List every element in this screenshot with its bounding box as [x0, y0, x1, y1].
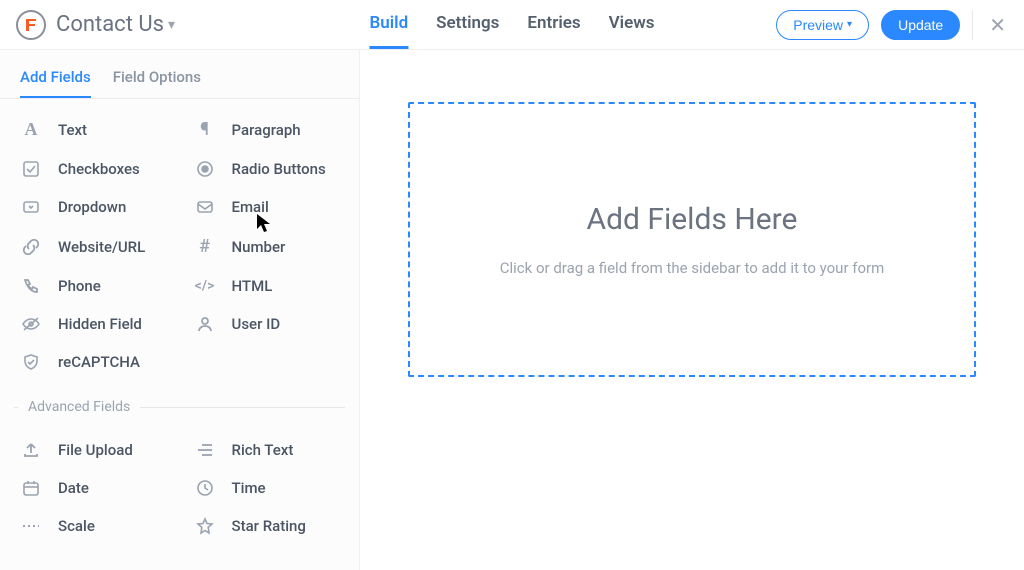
field-fileupload[interactable]: File Upload	[6, 431, 180, 469]
paragraph-icon: ¶	[194, 119, 216, 140]
field-label: Checkboxes	[58, 160, 140, 178]
field-label: HTML	[232, 277, 273, 295]
phone-icon	[20, 277, 42, 295]
field-label: Star Rating	[232, 517, 306, 535]
radio-icon	[194, 160, 216, 178]
top-bar: Contact Us ▾ Build Settings Entries View…	[0, 0, 1024, 50]
calendar-icon	[20, 479, 42, 497]
checkbox-icon	[20, 160, 42, 178]
preview-button[interactable]: Preview ▾	[776, 10, 869, 40]
field-label: Text	[58, 121, 87, 139]
app-logo-icon	[16, 10, 46, 40]
field-radio[interactable]: Radio Buttons	[180, 150, 354, 188]
field-label: Website/URL	[58, 238, 145, 256]
star-icon	[194, 517, 216, 535]
text-icon: A	[20, 119, 42, 140]
nav-settings[interactable]: Settings	[436, 0, 499, 49]
hash-icon: #	[194, 236, 216, 257]
scale-icon	[20, 517, 42, 535]
field-label: Number	[232, 238, 286, 256]
field-text[interactable]: A Text	[6, 109, 180, 150]
sidebar: Add Fields Field Options A Text ¶ Paragr…	[0, 50, 360, 570]
dropzone[interactable]: Add Fields Here Click or drag a field fr…	[408, 102, 976, 377]
field-label: Phone	[58, 277, 101, 295]
top-actions: Preview ▾ Update ✕	[776, 9, 1010, 41]
richtext-icon	[194, 441, 216, 459]
dropdown-icon	[20, 198, 42, 216]
field-paragraph[interactable]: ¶ Paragraph	[180, 109, 354, 150]
field-label: Scale	[58, 517, 95, 535]
tab-add-fields[interactable]: Add Fields	[20, 58, 91, 98]
update-button[interactable]: Update	[881, 10, 960, 40]
form-canvas: Add Fields Here Click or drag a field fr…	[360, 50, 1024, 570]
field-richtext[interactable]: Rich Text	[180, 431, 354, 469]
nav-entries[interactable]: Entries	[527, 0, 580, 49]
update-label: Update	[898, 17, 943, 33]
dropzone-subtitle: Click or drag a field from the sidebar t…	[500, 259, 885, 277]
field-time[interactable]: Time	[180, 469, 354, 507]
preview-label: Preview	[793, 17, 843, 33]
field-label: File Upload	[58, 441, 133, 459]
nav-views[interactable]: Views	[609, 0, 655, 49]
advanced-fields-grid: File Upload Rich Text Date	[0, 421, 359, 555]
basic-fields-grid: A Text ¶ Paragraph Checkboxes Radio But	[0, 99, 359, 391]
shield-icon	[20, 353, 42, 371]
main-nav: Build Settings Entries Views	[369, 0, 654, 49]
upload-icon	[20, 441, 42, 459]
field-label: Hidden Field	[58, 315, 142, 333]
clock-icon	[194, 479, 216, 497]
field-checkboxes[interactable]: Checkboxes	[6, 150, 180, 188]
chevron-down-icon: ▾	[168, 17, 175, 33]
sidebar-tabs: Add Fields Field Options	[0, 58, 359, 99]
field-label: Paragraph	[232, 121, 301, 139]
field-recaptcha[interactable]: reCAPTCHA	[6, 343, 180, 381]
email-icon	[194, 198, 216, 216]
advanced-section-label: Advanced Fields	[28, 399, 130, 415]
hidden-icon	[20, 315, 42, 333]
field-dropdown[interactable]: Dropdown	[6, 188, 180, 226]
form-title-dropdown[interactable]: Contact Us ▾	[56, 12, 175, 37]
field-html[interactable]: </> HTML	[180, 267, 354, 305]
field-userid[interactable]: User ID	[180, 305, 354, 343]
field-label: Dropdown	[58, 198, 126, 216]
code-icon: </>	[194, 278, 216, 294]
field-label: Email	[232, 198, 269, 216]
link-icon	[20, 238, 42, 256]
field-phone[interactable]: Phone	[6, 267, 180, 305]
field-scale[interactable]: Scale	[6, 507, 180, 545]
field-label: User ID	[232, 315, 281, 333]
field-email[interactable]: Email	[180, 188, 354, 226]
field-date[interactable]: Date	[6, 469, 180, 507]
field-label: Date	[58, 479, 89, 497]
chevron-down-icon: ▾	[847, 19, 852, 30]
field-website[interactable]: Website/URL	[6, 226, 180, 267]
tab-field-options[interactable]: Field Options	[113, 58, 201, 98]
user-icon	[194, 315, 216, 333]
field-hidden[interactable]: Hidden Field	[6, 305, 180, 343]
divider	[972, 10, 973, 40]
field-label: reCAPTCHA	[58, 353, 140, 371]
field-label: Radio Buttons	[232, 160, 326, 178]
field-label: Time	[232, 479, 266, 497]
field-star[interactable]: Star Rating	[180, 507, 354, 545]
field-label: Rich Text	[232, 441, 294, 459]
dropzone-title: Add Fields Here	[587, 202, 798, 237]
advanced-section-header: Advanced Fields	[0, 391, 359, 421]
close-icon[interactable]: ✕	[985, 9, 1010, 41]
form-title-text: Contact Us	[56, 12, 164, 37]
nav-build[interactable]: Build	[369, 0, 408, 49]
field-number[interactable]: # Number	[180, 226, 354, 267]
